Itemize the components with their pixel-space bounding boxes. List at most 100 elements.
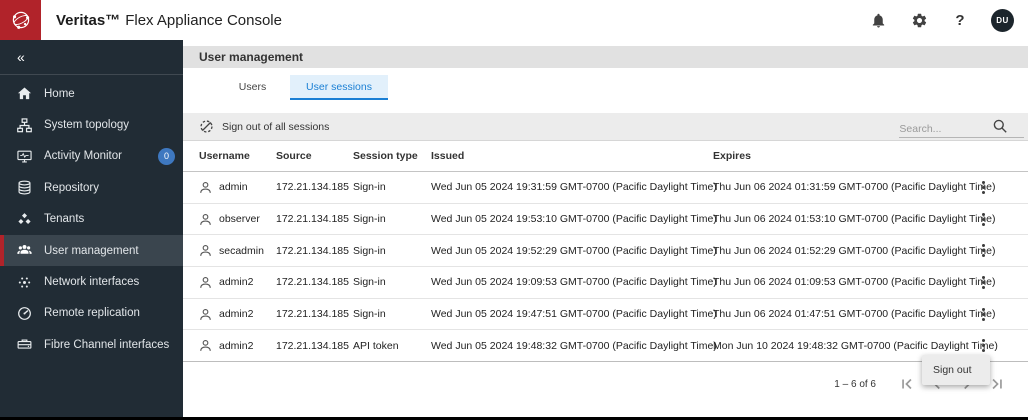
column-header-session-type: Session type [353,150,418,162]
sidebar-item-home[interactable]: Home [0,78,183,109]
person-icon [200,340,211,352]
row-menu-kebab-icon[interactable] [979,336,988,355]
row-menu-kebab-icon[interactable] [979,210,988,229]
sidebar-item-label: System topology [44,119,130,132]
notifications-button[interactable] [868,10,888,30]
sidebar-item-label: Repository [44,181,99,194]
row-menu-kebab-icon[interactable] [979,305,988,324]
app-title: Veritas™ Flex Appliance Console [56,12,282,29]
cell-session-type: Sign-in [353,181,386,194]
row-menu-kebab-icon[interactable] [979,273,988,292]
settings-button[interactable] [909,10,929,30]
sidebar-item-label: Home [44,87,75,100]
top-header: Veritas™ Flex Appliance Console ? DU [0,0,1028,41]
cell-source: 172.21.134.185 [276,181,349,194]
fibre-channel-icon [16,337,32,353]
search-icon [993,119,1007,133]
row-menu-kebab-icon[interactable] [979,178,988,197]
person-icon [200,245,211,257]
cell-expires: Thu Jun 06 2024 01:31:59 GMT-0700 (Pacif… [713,181,996,194]
sidebar-item-user-management[interactable]: User management [0,234,183,267]
table-header-row: Username Source Session type Issued Expi… [183,141,1028,172]
sidebar-item-tenants[interactable]: Tenants [0,204,183,235]
cell-issued: Wed Jun 05 2024 19:53:10 GMT-0700 (Pacif… [431,213,717,226]
table-toolbar: Sign out of all sessions [183,113,1028,141]
cell-username: admin2 [219,339,254,352]
person-icon [200,308,211,320]
network-interfaces-icon [16,274,32,290]
tenants-icon [16,211,32,227]
cell-issued: Wed Jun 05 2024 19:09:53 GMT-0700 (Pacif… [431,276,717,289]
first-page-icon[interactable] [894,374,920,394]
person-icon [200,276,211,288]
person-icon [200,213,211,225]
row-menu-kebab-icon[interactable] [979,241,988,260]
header-actions: ? DU [868,8,1028,32]
sidebar-item-activity-monitor[interactable]: Activity Monitor 0 [0,141,183,172]
sign-out-sessions-icon [200,120,213,133]
cell-session-type: Sign-in [353,276,386,289]
table-row: admin 172.21.134.185 Sign-in Wed Jun 05 … [183,172,1028,204]
app-title-rest: Flex Appliance Console [125,11,282,29]
repository-icon [16,180,32,196]
cell-expires: Thu Jun 06 2024 01:52:29 GMT-0700 (Pacif… [713,244,996,257]
cell-expires: Thu Jun 06 2024 01:09:53 GMT-0700 (Pacif… [713,276,996,289]
cell-expires: Mon Jun 10 2024 19:48:32 GMT-0700 (Pacif… [713,339,998,352]
cell-issued: Wed Jun 05 2024 19:48:32 GMT-0700 (Pacif… [431,339,717,352]
search-button[interactable] [992,118,1008,137]
cell-session-type: API token [353,339,399,352]
person-icon [200,181,211,193]
tab-bar: Users User sessions [215,75,1028,100]
cell-issued: Wed Jun 05 2024 19:52:29 GMT-0700 (Pacif… [431,244,717,257]
sidebar-item-repository[interactable]: Repository [0,172,183,203]
sidebar-item-label: Network interfaces [44,276,140,289]
cell-username: secadmin [219,244,264,257]
remote-replication-icon [16,305,32,321]
column-header-username: Username [199,150,250,162]
sidebar-item-fibre-channel[interactable]: Fibre Channel interfaces [0,329,183,360]
veritas-logo [0,0,41,40]
topology-icon [16,117,32,133]
activity-monitor-icon [16,148,32,164]
sidebar-item-label: Activity Monitor [44,150,122,163]
tab-users[interactable]: Users [215,75,290,100]
veritas-globe-icon [12,11,29,29]
bell-icon [872,13,884,28]
cell-username: observer [219,213,260,226]
help-button[interactable]: ? [950,10,970,30]
cell-source: 172.21.134.185 [276,244,349,257]
cell-expires: Thu Jun 06 2024 01:53:10 GMT-0700 (Pacif… [713,213,996,226]
tab-user-sessions[interactable]: User sessions [290,75,388,100]
cell-source: 172.21.134.185 [276,308,349,321]
cell-expires: Thu Jun 06 2024 01:47:51 GMT-0700 (Pacif… [713,308,996,321]
sidebar-item-label: Fibre Channel interfaces [44,338,170,351]
row-context-menu: Sign out [922,355,990,385]
activity-count-badge: 0 [158,147,175,165]
user-sessions-table: Username Source Session type Issued Expi… [183,141,1028,363]
table-row: secadmin 172.21.134.185 Sign-in Wed Jun … [183,235,1028,268]
cell-issued: Wed Jun 05 2024 19:31:59 GMT-0700 (Pacif… [431,181,717,194]
main-content: User management Users User sessions Sign… [183,40,1028,420]
flex-appliance-console: Veritas™ Flex Appliance Console ? DU « H… [0,0,1028,420]
cell-username: admin2 [219,308,254,321]
cell-username: admin [219,181,248,194]
sidebar: « Home System topology Activity Monitor … [0,40,183,420]
table-row: admin2 172.21.134.185 API token Wed Jun … [183,330,1028,363]
user-management-icon [16,243,32,259]
sidebar-item-system-topology[interactable]: System topology [0,109,183,140]
context-menu-sign-out[interactable]: Sign out [922,355,990,385]
question-mark-icon: ? [955,11,965,29]
sidebar-item-label: User management [44,244,139,257]
sign-out-all-sessions-button[interactable]: Sign out of all sessions [199,119,329,134]
sign-out-all-sessions-label: Sign out of all sessions [222,120,330,133]
sidebar-item-remote-replication[interactable]: Remote replication [0,298,183,329]
table-row: admin2 172.21.134.185 Sign-in Wed Jun 05… [183,299,1028,331]
sidebar-nav: Home System topology Activity Monitor 0 … [0,78,183,361]
cell-source: 172.21.134.185 [276,213,349,226]
user-avatar[interactable]: DU [991,8,1014,32]
table-row: observer 172.21.134.185 Sign-in Wed Jun … [183,204,1028,236]
sidebar-item-label: Remote replication [44,307,140,320]
collapse-sidebar-icon[interactable]: « [17,49,25,65]
sidebar-item-network-interfaces[interactable]: Network interfaces [0,266,183,297]
cell-session-type: Sign-in [353,213,386,226]
